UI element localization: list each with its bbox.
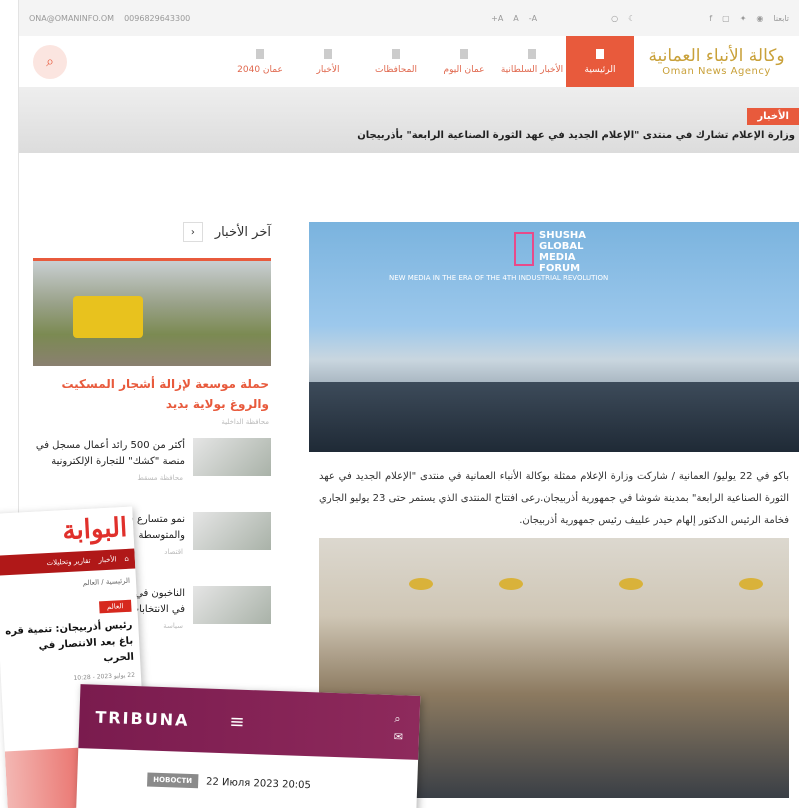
news-thumbnail — [193, 438, 271, 476]
phone-number: 0096829643300 — [124, 13, 191, 23]
panel-audience — [309, 382, 799, 452]
nav-governorates[interactable]: المحافظات — [362, 36, 430, 87]
forum-title: SHUSHA GLOBAL MEDIA FORUM — [539, 230, 587, 274]
category-badge: العالم — [98, 599, 132, 614]
chandelier — [409, 578, 433, 590]
chandelier — [619, 578, 643, 590]
nav-label: الرئيسية — [584, 64, 616, 75]
bulldozer — [73, 296, 143, 338]
chandelier — [499, 578, 523, 590]
home-icon — [596, 48, 604, 59]
sidebar-title: آخر الأخبار — [214, 224, 271, 240]
twitter-icon[interactable]: ✦ — [740, 14, 747, 23]
nav-home[interactable]: الرئيسية — [566, 36, 634, 87]
search-button[interactable]: ⌕ — [33, 44, 67, 79]
tribuna-date: 22 Июля 2023 20:05 — [205, 776, 312, 791]
menu-icon[interactable]: ≡ — [229, 711, 245, 733]
nav-news[interactable]: الأخبار — [294, 36, 362, 87]
tribuna-header: TRIBUNA ≡ ⌕ ✉ — [78, 684, 421, 760]
nav-label: الأخبار السلطانية — [500, 64, 564, 75]
featured-news-meta: محافظة الداخلية — [221, 418, 269, 426]
home-icon[interactable]: ⌂ — [124, 555, 129, 563]
menu-item[interactable]: الأخبار — [98, 555, 116, 564]
nav-oman-2040[interactable]: عمان 2040 — [226, 36, 294, 87]
nav-oman-today[interactable]: عمان اليوم — [430, 36, 498, 87]
menu-item[interactable]: تقارير وتحليلات — [46, 557, 90, 567]
search-icon: ⌕ — [46, 53, 54, 70]
featured-news-title[interactable]: حملة موسعة لإزالة أشجار المسكيت والروغ ب… — [33, 366, 271, 414]
font-decrease[interactable]: A- — [529, 14, 537, 23]
nav-label: عمان اليوم — [443, 64, 485, 75]
news-title[interactable]: أكثر من 500 رائد أعمال مسجل في منصة "كشك… — [33, 438, 185, 470]
list-item[interactable]: أكثر من 500 رائد أعمال مسجل في منصة "كشك… — [33, 438, 271, 494]
tribuna-clipping: TRIBUNA ≡ ⌕ ✉ НОВОСТИ 22 Июля 2023 20:05 — [75, 684, 421, 808]
forum-logo-icon — [514, 232, 534, 266]
forum-tagline: NEW MEDIA IN THE ERA OF THE 4TH INDUSTRI… — [389, 274, 609, 282]
facebook-icon[interactable]: f — [709, 14, 712, 23]
header-icons: ⌕ ✉ — [393, 712, 403, 743]
logo[interactable]: وكالة الأنباء العمانية Oman News Agency — [634, 36, 799, 87]
bookmark-icon — [392, 48, 400, 59]
sidebar-heading: آخر الأخبار ‹ — [33, 222, 271, 242]
logo-english: Oman News Agency — [662, 66, 771, 77]
bookmark-icon — [460, 48, 468, 59]
news-ticker-banner: الأخبار وزارة الإعلام تشارك في منتدى "ال… — [19, 88, 799, 153]
news-meta: محافظة مسقط — [137, 474, 183, 482]
forum-photo: SHUSHA GLOBAL MEDIA FORUM NEW MEDIA IN T… — [309, 222, 799, 452]
nav-royal-news[interactable]: الأخبار السلطانية — [498, 36, 566, 87]
logo-arabic: وكالة الأنباء العمانية — [648, 46, 785, 66]
bookmark-icon — [528, 48, 536, 59]
rss-icon[interactable]: ◉ — [756, 14, 763, 23]
bookmark-icon — [256, 48, 264, 59]
chandelier — [739, 578, 763, 590]
social-label: تابعنا — [773, 13, 789, 23]
ticker-headline[interactable]: وزارة الإعلام تشارك في منتدى "الإعلام ال… — [357, 130, 795, 141]
clip-headline: رئيس أذربيجان: تنمية قره باغ بعد الانتصا… — [5, 619, 135, 665]
font-increase[interactable]: A+ — [491, 14, 503, 23]
chevron-left-icon[interactable]: ‹ — [182, 222, 203, 242]
main-nav: وكالة الأنباء العمانية Oman News Agency … — [19, 36, 799, 88]
news-thumbnail — [193, 512, 271, 550]
email-address[interactable]: ONA@OMANINFO.OM — [29, 14, 114, 23]
instagram-icon[interactable]: ▢ — [722, 14, 730, 23]
theme-icon[interactable]: ☾ — [628, 14, 635, 23]
collage: تابعنا ◉ ✦ ▢ f ☾ ○ A- A A+ 0096829643300… — [0, 0, 799, 808]
news-badge: НОВОСТИ — [147, 772, 199, 789]
ticker-label: الأخبار — [747, 108, 799, 125]
article-body: باكو في 22 يوليو/ العمانية / شاركت وزارة… — [319, 471, 789, 526]
search-icon[interactable]: ⌕ — [394, 712, 404, 726]
albawaba-logo: البوابة — [0, 506, 135, 556]
nav-label: الأخبار — [316, 64, 340, 75]
font-normal[interactable]: A — [513, 14, 518, 23]
mail-icon[interactable]: ✉ — [393, 730, 403, 743]
nav-label: المحافظات — [375, 64, 417, 75]
bookmark-icon — [324, 48, 332, 59]
circle-icon[interactable]: ○ — [611, 14, 618, 23]
nav-label: عمان 2040 — [237, 64, 283, 75]
top-bar: تابعنا ◉ ✦ ▢ f ☾ ○ A- A A+ 0096829643300… — [19, 0, 799, 36]
news-thumbnail — [193, 586, 271, 624]
featured-news-image[interactable] — [33, 258, 271, 366]
tribuna-logo: TRIBUNA — [95, 707, 190, 730]
